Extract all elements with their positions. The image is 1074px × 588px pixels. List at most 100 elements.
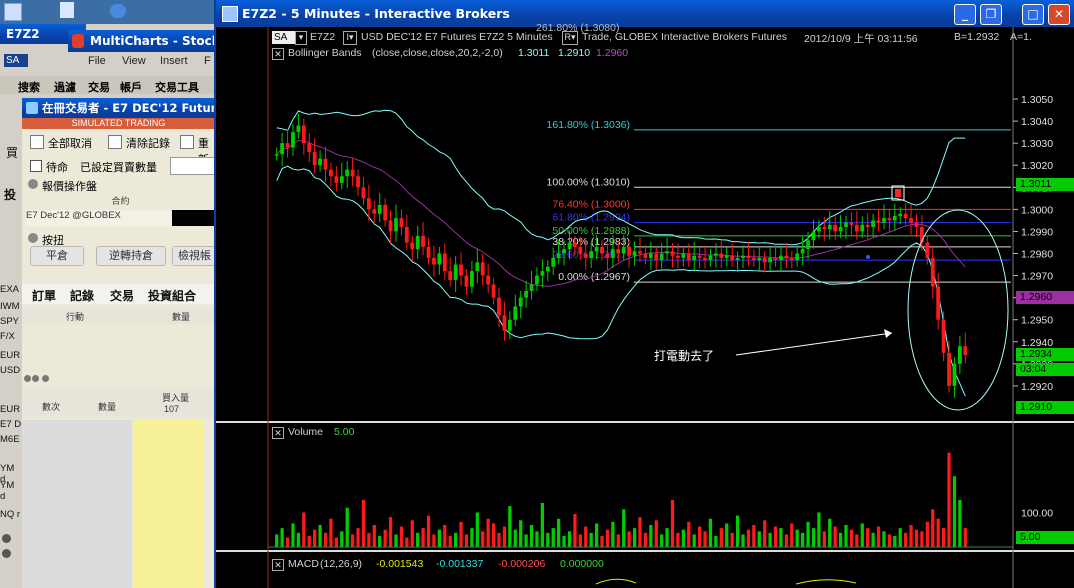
blue-dot <box>866 255 870 259</box>
buy-qty-value: 107 <box>164 404 180 414</box>
account-dropdown-arrow[interactable]: ▾ <box>295 31 307 45</box>
reverse-button[interactable]: 逆轉持倉 <box>96 246 166 266</box>
pane-splitter[interactable] <box>22 374 215 384</box>
volume-bar <box>806 521 810 547</box>
volume-bar <box>687 521 691 547</box>
chart-canvas[interactable]: 161.80% (1.3036) 100.00% (1.3010) 76.40% (… <box>216 27 1074 588</box>
flatten-button[interactable]: 平倉 <box>30 246 84 266</box>
account-dropdown[interactable]: SA <box>272 31 296 44</box>
volume-bar <box>280 528 284 547</box>
side-dot[interactable] <box>2 534 11 543</box>
volume-bar <box>801 532 805 547</box>
price-tag: 1.2910 <box>1016 400 1074 414</box>
volume-bar <box>833 526 837 547</box>
restore-button[interactable]: ❐ <box>980 4 1002 25</box>
volume-bar <box>963 528 967 547</box>
tab-log[interactable]: 記錄 <box>70 287 94 304</box>
desktop-icon[interactable] <box>4 3 22 21</box>
cancel-icon <box>30 135 44 149</box>
minimize-button[interactable]: _ <box>954 4 976 25</box>
volume-bar <box>952 476 957 547</box>
volume-bar <box>302 512 306 547</box>
candle-body <box>632 251 637 256</box>
menu-insert[interactable]: Insert <box>160 55 188 67</box>
candle-body <box>491 284 496 298</box>
menu-tools[interactable]: 交易工具 <box>155 79 199 95</box>
range-button[interactable]: R▾ <box>562 31 578 45</box>
volume-bar <box>632 528 637 547</box>
account-select[interactable]: SA <box>4 54 28 67</box>
tab-trades[interactable]: 交易 <box>110 287 134 304</box>
volume-bar <box>838 532 843 547</box>
volume-bar <box>285 537 290 547</box>
volume-bar <box>448 536 452 547</box>
menu-f[interactable]: F <box>204 55 211 67</box>
candle-body <box>399 218 404 228</box>
interval-button[interactable]: I▾ <box>343 31 357 45</box>
bb-upper-value: 1.3011 <box>518 47 550 59</box>
cancel-all-button[interactable]: 全部取消 <box>48 135 92 151</box>
globe-icon[interactable] <box>110 4 126 18</box>
chart-window-icon <box>222 6 238 22</box>
macd-zero-value: 0.000000 <box>560 558 604 570</box>
candle-body <box>643 253 648 258</box>
close-button[interactable]: ✕ <box>1048 4 1070 25</box>
pending-checkbox[interactable] <box>30 160 42 172</box>
candle-body <box>415 235 420 250</box>
chart-title-bar[interactable]: E7Z2 - 5 Minutes - Interactive Brokers _… <box>216 0 1074 27</box>
clear-log-button[interactable]: 清除記錄 <box>126 135 170 151</box>
symbol-code: USD <box>0 365 21 376</box>
candle-body <box>784 255 789 258</box>
volume-bar <box>296 532 301 547</box>
candle-body <box>518 297 523 307</box>
volume-remove-button[interactable]: ✕ <box>272 427 284 439</box>
tab-portfolio[interactable]: 投資組合 <box>148 287 196 304</box>
multicharts-window-title[interactable]: MultiCharts - Stocks I <box>68 30 237 52</box>
volume-bar <box>313 529 317 547</box>
candle-body <box>366 198 371 210</box>
symbol-code: EXA <box>0 284 20 295</box>
candle-body <box>654 253 659 261</box>
menu-search[interactable]: 搜索 <box>18 79 40 95</box>
menu-account[interactable]: 帳戶 <box>120 79 142 95</box>
qty-input[interactable] <box>170 157 216 175</box>
view-account-button[interactable]: 檢視帳 <box>172 246 217 266</box>
candle-body <box>936 286 941 320</box>
candle-body <box>442 253 447 272</box>
menu-filter[interactable]: 過濾 <box>54 79 76 95</box>
volume-bar <box>524 534 528 547</box>
macd-remove-button[interactable]: ✕ <box>272 559 284 571</box>
symbol-code: EUR <box>0 350 21 361</box>
volume-bar <box>768 532 772 547</box>
candle-body <box>475 262 480 272</box>
volume-bar <box>605 529 610 547</box>
side-dot[interactable] <box>2 549 11 558</box>
annotation-text[interactable]: 打電動去了 <box>654 347 714 364</box>
splitter-dot <box>32 375 39 382</box>
fib-label: 100.00% (1.3010) <box>547 176 630 188</box>
menu-trade[interactable]: 交易 <box>88 79 110 95</box>
candle-body <box>610 249 615 258</box>
desktop-icon[interactable] <box>60 2 74 18</box>
maximize-button[interactable]: □ <box>1022 4 1044 25</box>
bb-remove-button[interactable]: ✕ <box>272 48 284 60</box>
volume-tag: 5.00 <box>1016 531 1074 545</box>
ticket-title-bar[interactable]: 在冊交易者 - E7 DEC'12 Futures <box>22 98 235 118</box>
candle-body <box>356 176 360 188</box>
menu-file[interactable]: File <box>88 55 106 67</box>
volume-bar <box>958 499 962 547</box>
menu-view[interactable]: View <box>122 55 146 67</box>
volume-bar <box>459 521 463 547</box>
buttons-header[interactable]: 按扭 <box>26 232 215 247</box>
volume-bar <box>416 532 420 547</box>
volume-bar <box>323 532 328 547</box>
volume-bar <box>752 525 756 547</box>
tab-orders[interactable]: 訂單 <box>32 287 56 304</box>
bb-label: Bollinger Bands <box>288 47 362 59</box>
quote-panel-header[interactable]: 報價操作盤 <box>26 178 215 193</box>
candle-body <box>372 209 377 214</box>
contract-cell[interactable]: E7 Dec'12 @GLOBEX <box>26 210 171 226</box>
volume-bar <box>692 534 696 547</box>
fibonacci-levels: 161.80% (1.3036) 100.00% (1.3010) 76.40% (… <box>547 119 1011 283</box>
volume-bar <box>578 534 582 547</box>
